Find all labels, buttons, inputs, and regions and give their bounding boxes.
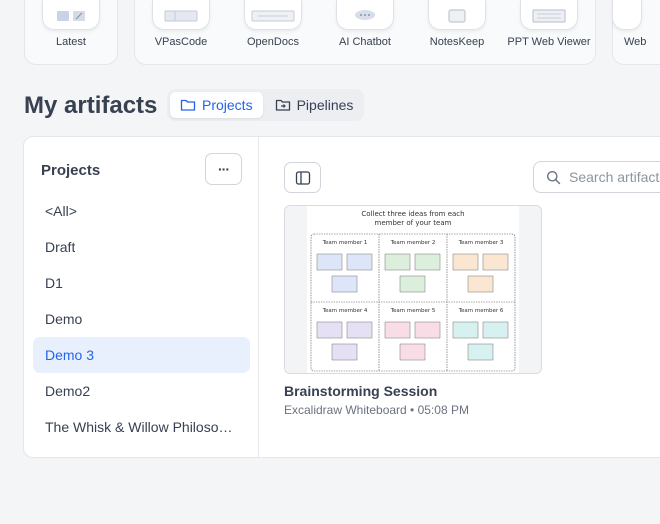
project-item-demo2[interactable]: Demo2 <box>33 373 250 409</box>
projects-sidebar: Projects ··· <All> Draft D1 Demo Demo 3 … <box>24 137 259 457</box>
notes-icon <box>428 0 486 30</box>
sticky-note <box>482 253 509 271</box>
sticky-note <box>316 321 343 339</box>
app-label: Web <box>624 36 647 48</box>
sticky-note <box>482 321 509 339</box>
app-launcher-strip: Latest VPasCode OpenDocs AI Chatbot Note… <box>0 0 660 66</box>
more-icon: ··· <box>218 161 230 177</box>
sticky-note <box>467 343 494 361</box>
project-item-all[interactable]: <All> <box>33 193 250 229</box>
thumb-heading-1: Collect three ideas from each <box>361 210 464 218</box>
folder-icon <box>180 99 196 111</box>
sticky-note <box>384 321 411 339</box>
app-label: PPT Web Viewer <box>507 36 591 48</box>
thumb-member-label: Team member 5 <box>390 308 436 314</box>
sticky-note <box>452 321 479 339</box>
thumb-member-label: Team member 4 <box>322 308 368 314</box>
app-label: VPasCode <box>154 36 208 48</box>
sticky-note <box>331 275 358 293</box>
sticky-note <box>346 321 373 339</box>
app-ai-chatbot[interactable]: AI Chatbot <box>320 0 410 66</box>
artifact-title: Brainstorming Session <box>284 383 438 399</box>
code-icon <box>152 0 210 30</box>
tab-label: Pipelines <box>296 97 354 113</box>
project-item-draft[interactable]: Draft <box>33 229 250 265</box>
project-list: <All> Draft D1 Demo Demo 3 Demo2 The Whi… <box>33 193 250 445</box>
page-title: My artifacts <box>24 92 158 119</box>
app-ppt-web-viewer[interactable]: PPT Web Viewer <box>504 0 594 66</box>
toggle-sidebar-button[interactable] <box>284 162 321 193</box>
artifact-meta: Excalidraw Whiteboard • 05:08 PM <box>284 403 469 417</box>
search-box <box>533 161 660 193</box>
thumb-member-label: Team member 3 <box>458 240 504 246</box>
app-latest[interactable]: Latest <box>26 0 116 66</box>
app-label: NotesKeep <box>429 36 485 48</box>
chat-icon <box>336 0 394 30</box>
view-tabs: Projects Pipelines <box>167 89 364 121</box>
latest-icon <box>42 0 100 30</box>
thumb-heading-2: member of your team <box>375 219 452 227</box>
app-vpascode[interactable]: VPasCode <box>136 0 226 66</box>
tab-label: Projects <box>202 97 253 113</box>
artifact-card[interactable]: Collect three ideas from each member of … <box>284 205 542 417</box>
sticky-note <box>316 253 343 271</box>
sticky-note <box>331 343 358 361</box>
sidebar-title: Projects <box>41 162 101 179</box>
artifacts-content: Collect three ideas from each member of … <box>260 137 660 457</box>
sticky-note <box>399 343 426 361</box>
search-input[interactable] <box>569 169 660 185</box>
app-label: OpenDocs <box>247 36 299 48</box>
docs-icon <box>244 0 302 30</box>
project-item-demo[interactable]: Demo <box>33 301 250 337</box>
whiteboard-preview: Collect three ideas from each member of … <box>307 206 519 373</box>
sticky-note <box>346 253 373 271</box>
artifact-thumbnail: Collect three ideas from each member of … <box>284 205 542 374</box>
sticky-note <box>399 275 426 293</box>
tab-projects[interactable]: Projects <box>170 92 263 118</box>
app-label: Latest <box>56 36 86 48</box>
pipeline-icon <box>275 99 290 111</box>
app-opendocs[interactable]: OpenDocs <box>228 0 318 66</box>
sticky-note <box>384 253 411 271</box>
thumb-member-label: Team member 1 <box>322 240 368 246</box>
thumb-member-label: Team member 6 <box>458 308 504 314</box>
sticky-note <box>414 321 441 339</box>
app-noteskeep[interactable]: NotesKeep <box>412 0 502 66</box>
search-icon <box>547 170 561 184</box>
project-item-whisk-willow[interactable]: The Whisk & Willow Philosophy Café <box>33 409 250 445</box>
more-options-button[interactable]: ··· <box>205 153 242 185</box>
thumb-member-label: Team member 2 <box>390 240 436 246</box>
app-label: AI Chatbot <box>339 36 391 48</box>
web-icon <box>612 0 642 30</box>
sticky-note <box>414 253 441 271</box>
sidebar-toggle-icon <box>295 170 310 185</box>
tab-pipelines[interactable]: Pipelines <box>265 92 364 118</box>
project-item-d1[interactable]: D1 <box>33 265 250 301</box>
sticky-note <box>452 253 479 271</box>
project-item-demo-3[interactable]: Demo 3 <box>33 337 250 373</box>
sticky-note <box>467 275 494 293</box>
slides-icon <box>520 0 578 30</box>
artifacts-panel: Projects ··· <All> Draft D1 Demo Demo 3 … <box>23 136 660 458</box>
app-web[interactable]: Web <box>612 0 660 66</box>
